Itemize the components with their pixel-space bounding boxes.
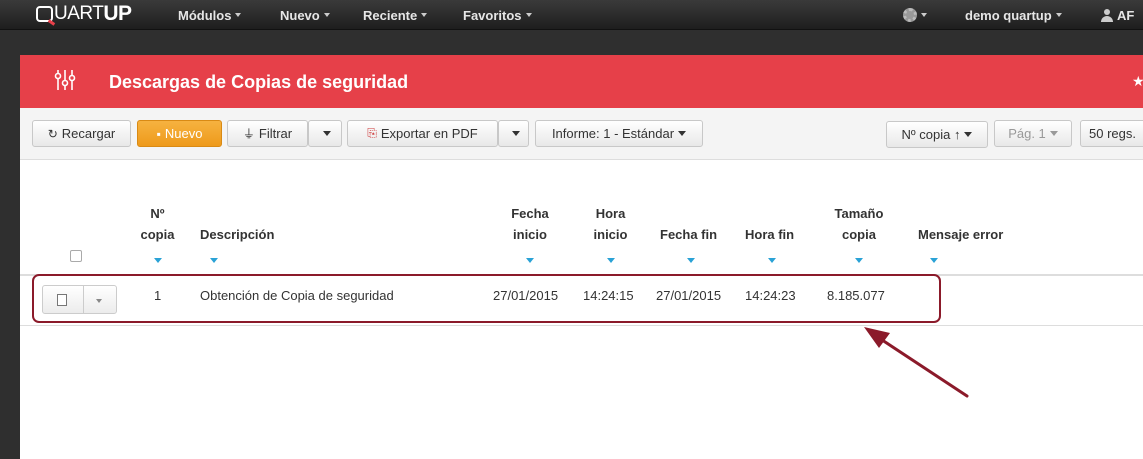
annotation-arrow: [864, 327, 969, 398]
